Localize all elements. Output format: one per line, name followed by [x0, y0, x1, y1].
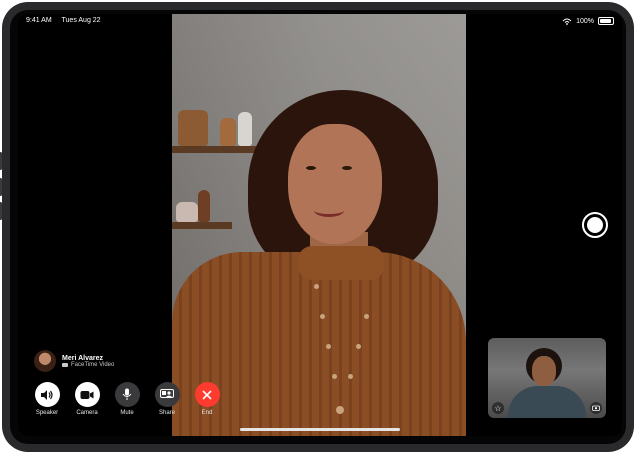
necklace-bead	[332, 374, 337, 379]
status-bar: 9:41 AM Tues Aug 22 100%	[18, 14, 622, 28]
necklace-bead	[320, 314, 325, 319]
battery-icon	[598, 17, 614, 25]
speaker-button[interactable]: Speaker	[34, 382, 60, 416]
volume-button	[0, 202, 2, 220]
volume-button	[0, 152, 2, 170]
end-call-button[interactable]: End	[194, 382, 220, 416]
share-circle[interactable]	[154, 382, 180, 407]
camera-button[interactable]: Camera	[74, 382, 100, 416]
eye	[342, 166, 352, 170]
necklace-bead	[348, 374, 353, 379]
vase	[220, 118, 236, 146]
star-icon[interactable]: ☆	[492, 402, 504, 414]
necklace-pendant	[336, 406, 344, 414]
mute-circle[interactable]	[114, 382, 140, 407]
end-label: End	[201, 410, 213, 416]
facetime-screen: 9:41 AM Tues Aug 22 100% Meri Alvarez Fa…	[18, 14, 622, 436]
share-button[interactable]: Share	[154, 382, 180, 416]
pip-person-face	[532, 356, 556, 386]
necklace-bead	[326, 344, 331, 349]
home-indicator[interactable]	[240, 428, 400, 431]
mute-button[interactable]: Mute	[114, 382, 140, 416]
speaker-circle[interactable]	[34, 382, 60, 407]
shutter-button[interactable]	[582, 212, 608, 238]
caller-subtitle-text: FaceTime Video	[71, 361, 115, 368]
camera-circle[interactable]	[74, 382, 100, 407]
caller-name: Meri Alvarez	[62, 354, 103, 362]
avatar	[34, 350, 56, 372]
basket	[178, 110, 208, 146]
caller-subtitle: FaceTime Video	[62, 362, 114, 368]
pip-person-body	[508, 386, 586, 418]
video-camera-icon	[62, 362, 68, 367]
volume-button	[0, 178, 2, 196]
bowl	[176, 202, 198, 222]
mute-label: Mute	[120, 410, 134, 416]
video-camera-icon	[80, 390, 94, 399]
necklace-bead	[356, 344, 361, 349]
speaker-label: Speaker	[35, 410, 59, 416]
mouth	[314, 204, 344, 217]
person-face	[288, 124, 382, 244]
eye	[306, 166, 316, 170]
status-time: 9:41 AM	[26, 17, 52, 24]
microphone-icon	[122, 388, 132, 400]
camera-label: Camera	[76, 410, 98, 416]
screen-share-icon	[160, 389, 174, 398]
speaker-icon	[41, 389, 53, 400]
share-label: Share	[158, 410, 175, 416]
shutter-inner	[587, 217, 603, 233]
caller-info[interactable]: Meri Alvarez FaceTime Video	[34, 350, 114, 372]
status-date: Tues Aug 22	[61, 17, 101, 24]
necklace-bead	[314, 284, 319, 289]
bottle	[198, 190, 210, 222]
end-call-circle[interactable]	[194, 382, 220, 407]
vase	[238, 112, 252, 146]
shelf	[172, 146, 262, 153]
battery-percent: 100%	[576, 17, 594, 25]
close-icon	[202, 389, 212, 400]
self-view-pip[interactable]: ☆	[488, 338, 606, 418]
remote-video	[172, 14, 466, 436]
sweater-collar	[298, 246, 384, 280]
shelf	[172, 222, 232, 229]
wifi-icon	[562, 18, 572, 25]
necklace-bead	[364, 314, 369, 319]
camera-flip-icon[interactable]	[590, 402, 602, 414]
call-controls: Speaker Camera Mute Share End	[34, 382, 220, 416]
